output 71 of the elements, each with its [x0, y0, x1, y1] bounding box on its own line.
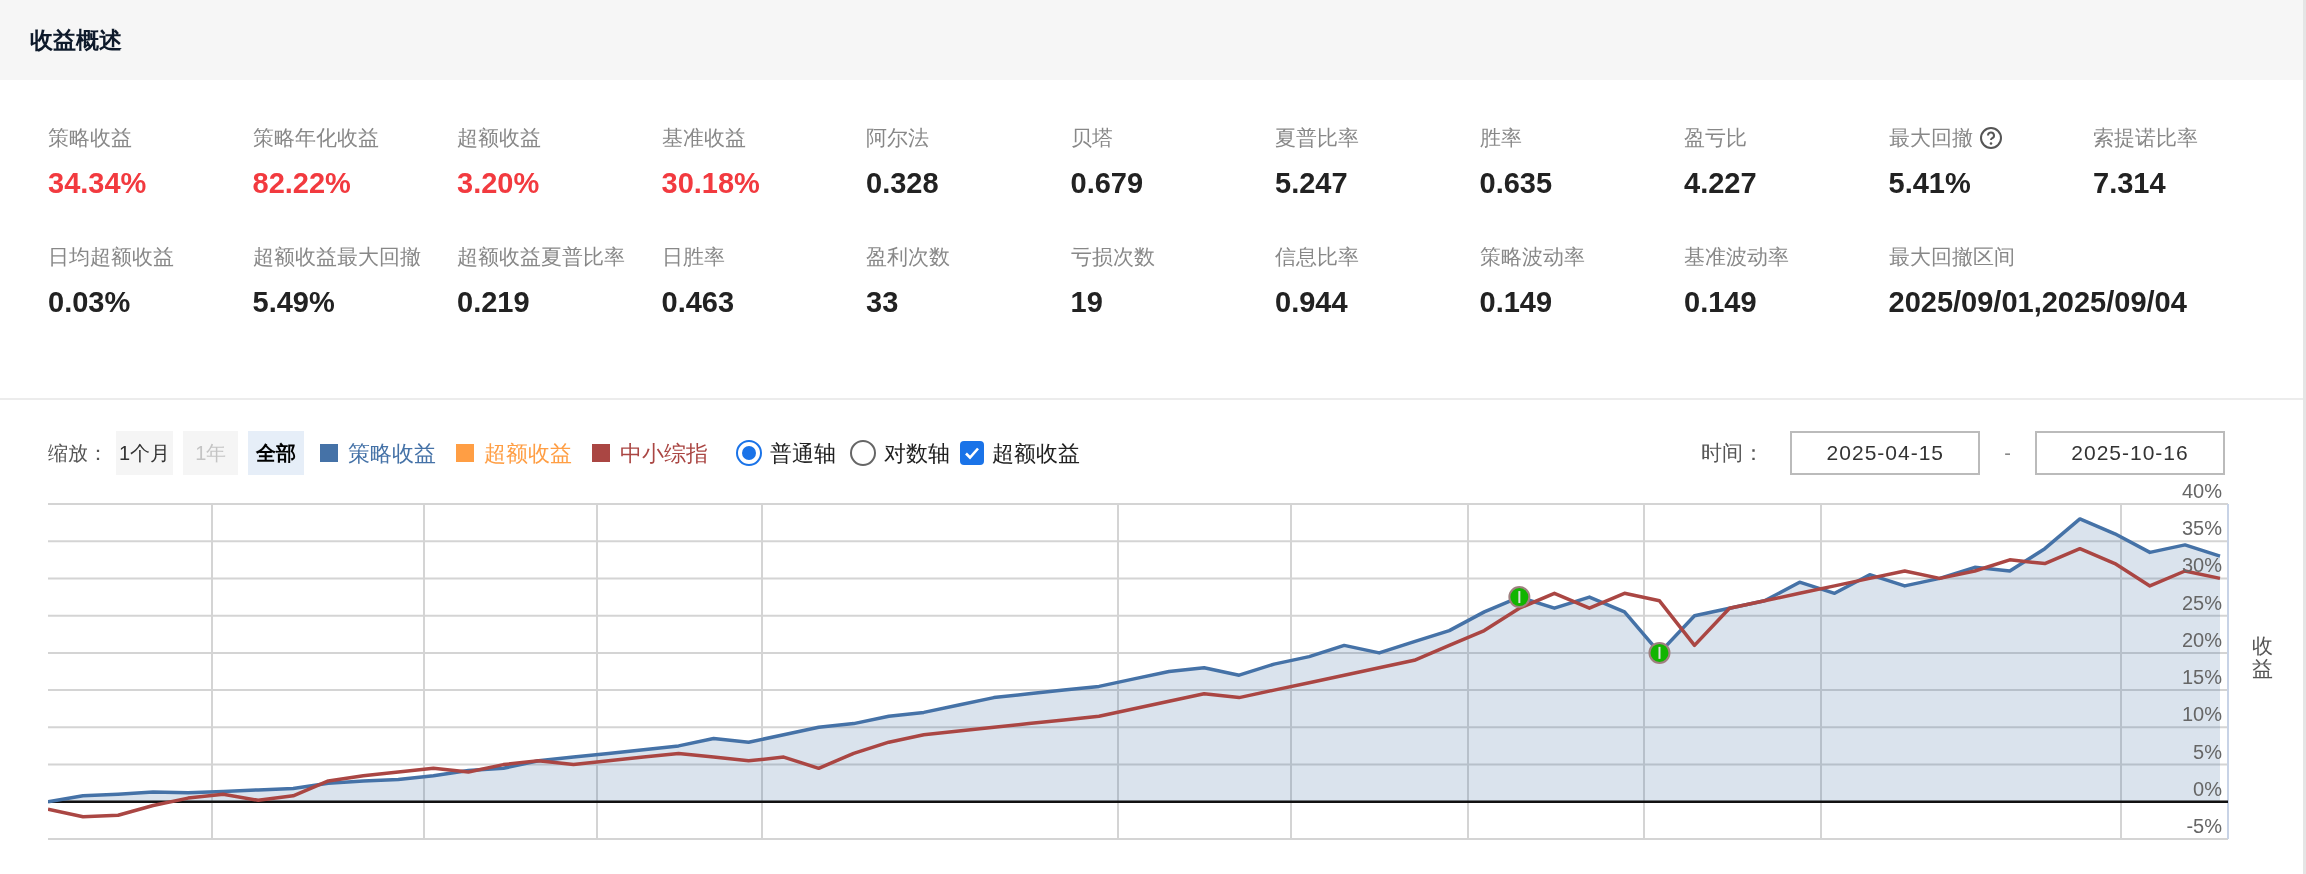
metric-value: 0.219: [457, 284, 530, 320]
metric-value: 0.635: [1479, 165, 1553, 201]
axis-tick-label: 5%: [2193, 740, 2222, 763]
start-date-field[interactable]: 2025-04-15: [1790, 431, 1981, 475]
metric-value: 33: [866, 284, 899, 320]
metric-label: 超额收益: [457, 125, 541, 151]
metric-label: 日胜率: [661, 244, 725, 270]
metric-label: 策略收益: [48, 125, 132, 151]
axis-tick-label: 20%: [2181, 628, 2222, 651]
legend-label[interactable]: 中小综指: [620, 436, 709, 470]
axis-tick-label: -5%: [2186, 815, 2222, 837]
metric-value: 5.41%: [1888, 165, 1971, 201]
metric-label: 基准收益: [661, 125, 746, 151]
axis-tick-label: 0%: [2193, 777, 2222, 800]
metric-label: 超额收益夏普比率: [457, 244, 625, 270]
metric-label: 最大回撤区间: [1888, 244, 2015, 270]
metric-label: 超额收益最大回撤: [252, 244, 421, 270]
metric-value: 0.03%: [48, 284, 131, 320]
zoom-label: 缩放：: [48, 441, 108, 466]
axis-tick-label: 10%: [2181, 703, 2222, 726]
metric-label: 亏损次数: [1070, 244, 1155, 270]
axis-tick-label: 40%: [2181, 484, 2222, 502]
checkbox[interactable]: [960, 441, 985, 465]
metric-label: 日均超额收益: [48, 244, 174, 270]
metric-value: 0.149: [1684, 284, 1757, 320]
metric-value: 82.22%: [252, 165, 351, 201]
metric-value: 3.20%: [457, 165, 540, 201]
radio-button[interactable]: [850, 440, 877, 466]
axis-tick-label: 35%: [2181, 517, 2222, 540]
metric-label: 盈亏比: [1684, 125, 1747, 151]
metric-label: 夏普比率: [1275, 125, 1359, 151]
metric-label: 基准波动率: [1684, 244, 1789, 270]
date-separator: -: [2004, 441, 2011, 466]
radio-label: 对数轴: [884, 439, 951, 468]
drawdown-marker-icon: [1508, 586, 1531, 609]
radio-button[interactable]: [736, 440, 763, 466]
axis-title: 收益: [2252, 634, 2273, 681]
metric-label: 策略波动率: [1479, 244, 1585, 270]
metric-value: 5.247: [1275, 165, 1348, 201]
metric-value: 19: [1070, 284, 1103, 320]
metric-value: 34.34%: [48, 165, 147, 201]
metric-label: 盈利次数: [866, 244, 950, 270]
metric-label: 阿尔法: [866, 125, 929, 151]
metric-value: 0.328: [866, 165, 939, 201]
metric-value: 2025/09/01,2025/09/04: [1888, 284, 2187, 320]
panel-title: 收益概述: [30, 25, 122, 55]
end-date-field[interactable]: 2025-10-16: [2035, 431, 2225, 475]
axis-tick-label: 30%: [2181, 554, 2222, 577]
time-label: 时间：: [1701, 440, 1765, 467]
zoom-button[interactable]: 全部: [248, 431, 305, 475]
metric-label: 信息比率: [1275, 244, 1359, 270]
metric-label: 胜率: [1479, 125, 1522, 151]
metric-label: 最大回撤: [1888, 125, 1973, 151]
metric-value: 0.149: [1479, 284, 1553, 320]
metric-label: 贝塔: [1070, 125, 1113, 151]
axis-tick-label: 25%: [2181, 591, 2222, 614]
metric-value: 0.944: [1275, 284, 1348, 320]
help-icon[interactable]: [1978, 125, 2003, 150]
checkbox-label: 超额收益: [992, 439, 1081, 468]
metric-value: 7.314: [2093, 165, 2166, 201]
metric-value: 4.227: [1684, 165, 1757, 201]
metric-label: 索提诺比率: [2093, 125, 2198, 151]
metric-value: 30.18%: [661, 165, 760, 201]
axis-tick-label: 15%: [2181, 666, 2222, 689]
metric-value: 0.463: [661, 284, 735, 320]
metric-value: 5.49%: [252, 284, 335, 320]
metric-label: 策略年化收益: [252, 125, 379, 151]
legend-label[interactable]: 策略收益: [348, 436, 437, 470]
metric-value: 0.679: [1070, 165, 1144, 201]
radio-label: 普通轴: [770, 439, 837, 468]
zoom-button[interactable]: 1个月: [116, 431, 174, 475]
